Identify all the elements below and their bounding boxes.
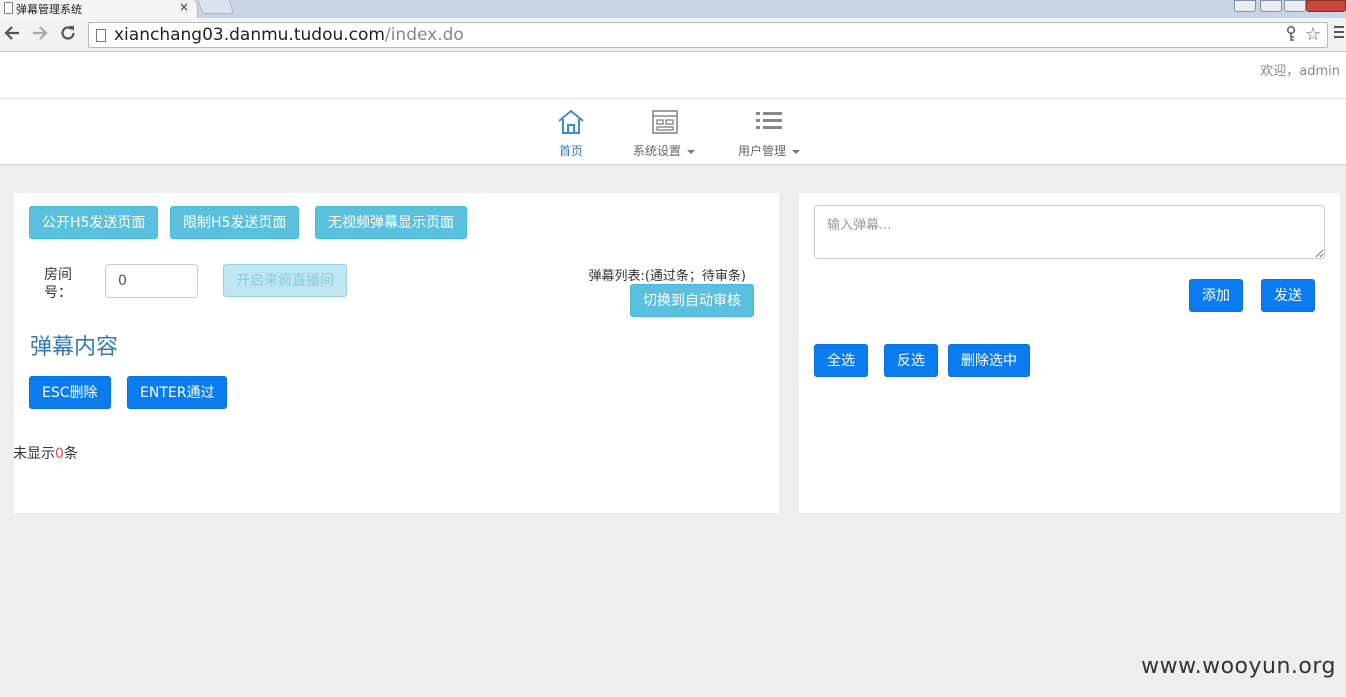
hidden-count-text: 未显示0条 bbox=[13, 446, 78, 462]
browser-tabstrip: 弹幕管理系统 × bbox=[0, 0, 1346, 18]
tab-title: 弹幕管理系统 bbox=[16, 3, 82, 16]
back-arrow-icon[interactable] bbox=[2, 24, 22, 44]
user-icon[interactable] bbox=[1234, 0, 1256, 12]
invert-selection-button[interactable]: 反选 bbox=[884, 344, 938, 377]
address-bar[interactable]: xianchang03.danmu.tudou.com/index.do ☆ bbox=[88, 22, 1328, 48]
page-header: 欢迎，admin bbox=[0, 52, 1346, 99]
danmu-input[interactable] bbox=[814, 205, 1325, 259]
select-all-button[interactable]: 全选 bbox=[814, 344, 868, 377]
nav-item-label: 用户管理 bbox=[738, 144, 787, 158]
maximize-icon[interactable] bbox=[1284, 0, 1306, 12]
settings-window-icon bbox=[649, 110, 679, 138]
menu-icon[interactable] bbox=[1334, 26, 1344, 40]
list-status-text: 弹幕列表:(通过条；待审条) bbox=[588, 269, 746, 284]
main-nav: 首页 系统设置 用户管理 bbox=[0, 99, 1346, 165]
start-live-button[interactable]: 开启来疯直播间 bbox=[223, 264, 347, 297]
key-icon[interactable] bbox=[1285, 25, 1297, 46]
send-button[interactable]: 发送 bbox=[1261, 279, 1315, 312]
delete-selected-button[interactable]: 删除选中 bbox=[948, 344, 1030, 377]
caret-down-icon bbox=[687, 149, 696, 154]
limit-h5-button[interactable]: 限制H5发送页面 bbox=[170, 206, 300, 239]
room-number-input[interactable] bbox=[105, 264, 198, 298]
enter-pass-button[interactable]: ENTER通过 bbox=[127, 376, 228, 409]
list-icon bbox=[754, 112, 784, 138]
welcome-text: 欢迎，admin bbox=[1260, 64, 1340, 79]
esc-delete-button[interactable]: ESC删除 bbox=[29, 376, 111, 409]
browser-tab[interactable]: 弹幕管理系统 × bbox=[0, 0, 198, 18]
reload-icon[interactable] bbox=[58, 24, 78, 44]
public-h5-button[interactable]: 公开H5发送页面 bbox=[29, 206, 159, 239]
minimize-icon[interactable] bbox=[1260, 0, 1282, 12]
moderation-panel: 公开H5发送页面 限制H5发送页面 无视频弹幕显示页面 房间号： 开启来疯直播间… bbox=[13, 193, 779, 513]
nav-item-settings[interactable]: 系统设置 bbox=[633, 109, 696, 159]
nav-item-label: 系统设置 bbox=[633, 144, 682, 158]
watermark: www.wooyun.org bbox=[1141, 654, 1336, 679]
tab-close-icon[interactable]: × bbox=[179, 0, 189, 14]
nav-item-label: 首页 bbox=[558, 144, 583, 158]
nav-item-home[interactable]: 首页 bbox=[556, 109, 586, 159]
forward-arrow-icon[interactable] bbox=[30, 24, 50, 44]
hidden-count-value: 0 bbox=[55, 446, 64, 462]
switch-auto-review-button[interactable]: 切换到自动审核 bbox=[630, 284, 754, 317]
send-panel: 添加 发送 全选 反选 删除选中 bbox=[799, 193, 1340, 513]
section-title: 弹幕内容 bbox=[30, 335, 119, 360]
page-icon bbox=[4, 2, 13, 14]
nav-item-users[interactable]: 用户管理 bbox=[738, 109, 801, 159]
page-icon bbox=[96, 29, 106, 42]
no-video-display-button[interactable]: 无视频弹幕显示页面 bbox=[315, 206, 467, 239]
add-button[interactable]: 添加 bbox=[1189, 279, 1243, 312]
browser-toolbar: xianchang03.danmu.tudou.com/index.do ☆ bbox=[0, 18, 1346, 52]
room-label: 房间号： bbox=[44, 267, 72, 301]
home-icon bbox=[556, 109, 586, 138]
url-text: xianchang03.danmu.tudou.com/index.do bbox=[114, 25, 464, 45]
window-close-icon[interactable] bbox=[1306, 0, 1346, 12]
new-tab-button[interactable] bbox=[197, 0, 235, 14]
caret-down-icon bbox=[792, 149, 801, 154]
star-icon[interactable]: ☆ bbox=[1305, 24, 1321, 45]
